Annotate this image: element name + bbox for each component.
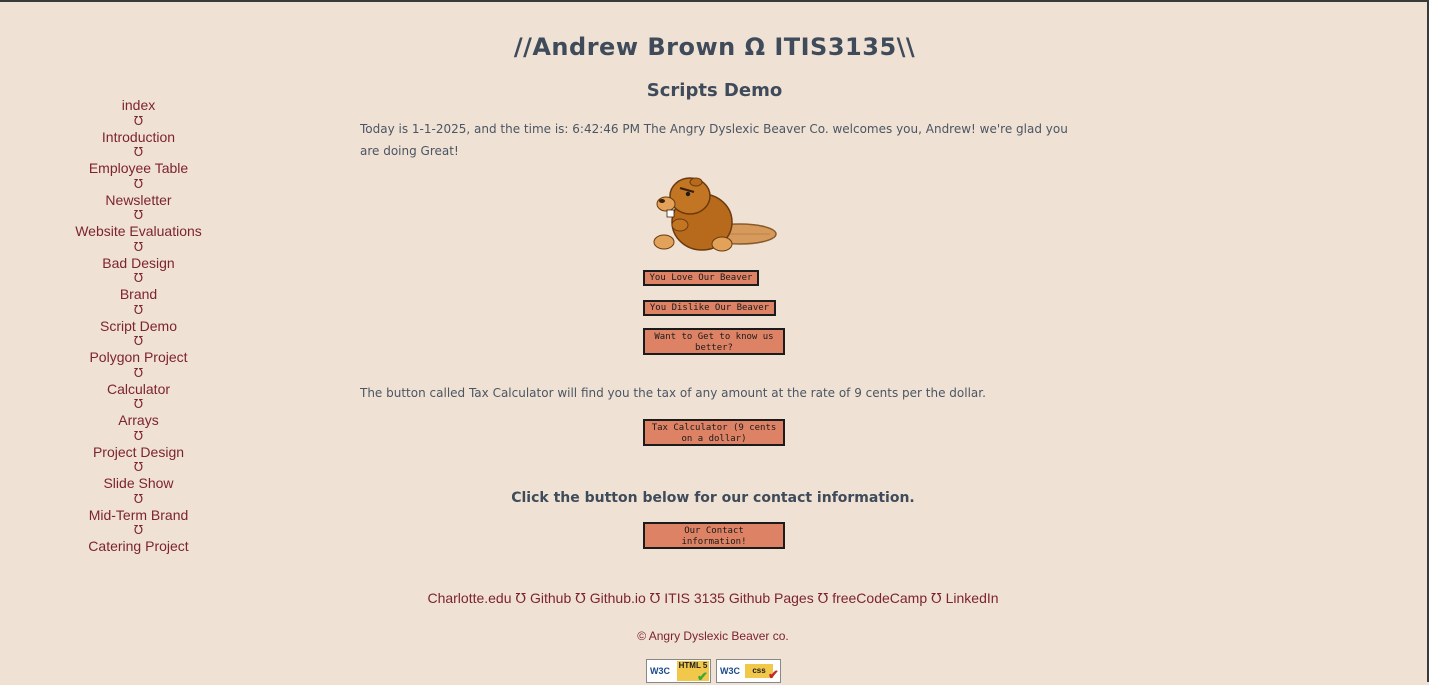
nav-link-catering-project[interactable]: Catering Project [40, 538, 237, 555]
get-to-know-us-button[interactable]: Want to Get to know us better? [643, 328, 785, 355]
nav-separator: ℧ [133, 208, 144, 223]
footer-link-itis-pages[interactable]: ITIS 3135 Github Pages [664, 590, 813, 606]
nav-link-website-evaluations[interactable]: Website Evaluations [40, 223, 237, 240]
nav-link-introduction[interactable]: Introduction [40, 129, 237, 146]
copyright-text: © Angry Dyslexic Beaver co. [637, 629, 789, 643]
contact-info-button[interactable]: Our Contact information! [643, 522, 785, 549]
nav-link-index[interactable]: index [40, 97, 237, 114]
nav-separator: ℧ [133, 334, 144, 349]
footer-link-freecodecamp[interactable]: freeCodeCamp [832, 590, 927, 606]
nav-separator: ℧ [133, 239, 144, 254]
nav-separator: ℧ [133, 428, 144, 443]
side-navigation: index ℧ Introduction ℧ Employee Table ℧ … [40, 97, 237, 555]
footer-link-github-io[interactable]: Github.io [590, 590, 646, 606]
nav-link-calculator[interactable]: Calculator [40, 381, 237, 398]
nav-link-script-demo[interactable]: Script Demo [40, 318, 237, 335]
nav-link-employee-table[interactable]: Employee Table [40, 160, 237, 177]
w3c-logo: W3C [720, 666, 740, 676]
love-beaver-button[interactable]: You Love Our Beaver [643, 270, 759, 286]
nav-link-mid-term-brand[interactable]: Mid-Term Brand [40, 507, 237, 524]
checkmark-icon: ✔ [697, 669, 708, 684]
validation-badges: W3C HTML 5 ✔ W3C css ✔ [646, 659, 786, 684]
footer-link-linkedin[interactable]: LinkedIn [946, 590, 999, 606]
css-validator-badge[interactable]: W3C css ✔ [716, 659, 781, 683]
nav-separator: ℧ [133, 271, 144, 286]
footer-link-github[interactable]: Github [530, 590, 571, 606]
nav-separator: ℧ [133, 397, 144, 412]
beaver-image [653, 177, 777, 252]
nav-separator: ℧ [133, 302, 144, 317]
nav-link-polygon-project[interactable]: Polygon Project [40, 349, 237, 366]
nav-separator: ℧ [133, 365, 144, 380]
dislike-beaver-button[interactable]: You Dislike Our Beaver [643, 300, 776, 316]
nav-separator: ℧ [133, 523, 144, 538]
nav-separator: ℧ [133, 113, 144, 128]
footer-separator: ℧ [931, 590, 946, 606]
nav-link-bad-design[interactable]: Bad Design [40, 255, 237, 272]
greeting-text: Today is 1-1-2025, and the time is: 6:42… [360, 122, 1068, 158]
footer-links: Charlotte.edu ℧ Github ℧ Github.io ℧ ITI… [0, 590, 1426, 607]
footer-separator: ℧ [649, 590, 665, 606]
site-title: //Andrew Brown Ω ITIS3135\\ [513, 33, 916, 61]
nav-link-project-design[interactable]: Project Design [40, 444, 237, 461]
contact-prompt: Click the button below for our contact i… [511, 490, 915, 506]
nav-link-brand[interactable]: Brand [40, 286, 237, 303]
tax-description: The button called Tax Calculator will fi… [360, 386, 986, 400]
footer-separator: ℧ [817, 590, 833, 606]
tax-calculator-button[interactable]: Tax Calculator (9 cents on a dollar) [643, 419, 785, 446]
nav-separator: ℧ [133, 145, 144, 160]
nav-link-newsletter[interactable]: Newsletter [40, 192, 237, 209]
nav-separator: ℧ [133, 460, 144, 475]
checkmark-icon: ✔ [768, 667, 779, 682]
nav-separator: ℧ [133, 176, 144, 191]
footer-link-charlotte[interactable]: Charlotte.edu [427, 590, 511, 606]
w3c-logo: W3C [650, 666, 670, 676]
html5-validator-badge[interactable]: W3C HTML 5 ✔ [646, 659, 711, 684]
nav-link-arrays[interactable]: Arrays [40, 412, 237, 429]
footer-separator: ℧ [515, 590, 530, 606]
footer-separator: ℧ [575, 590, 590, 606]
